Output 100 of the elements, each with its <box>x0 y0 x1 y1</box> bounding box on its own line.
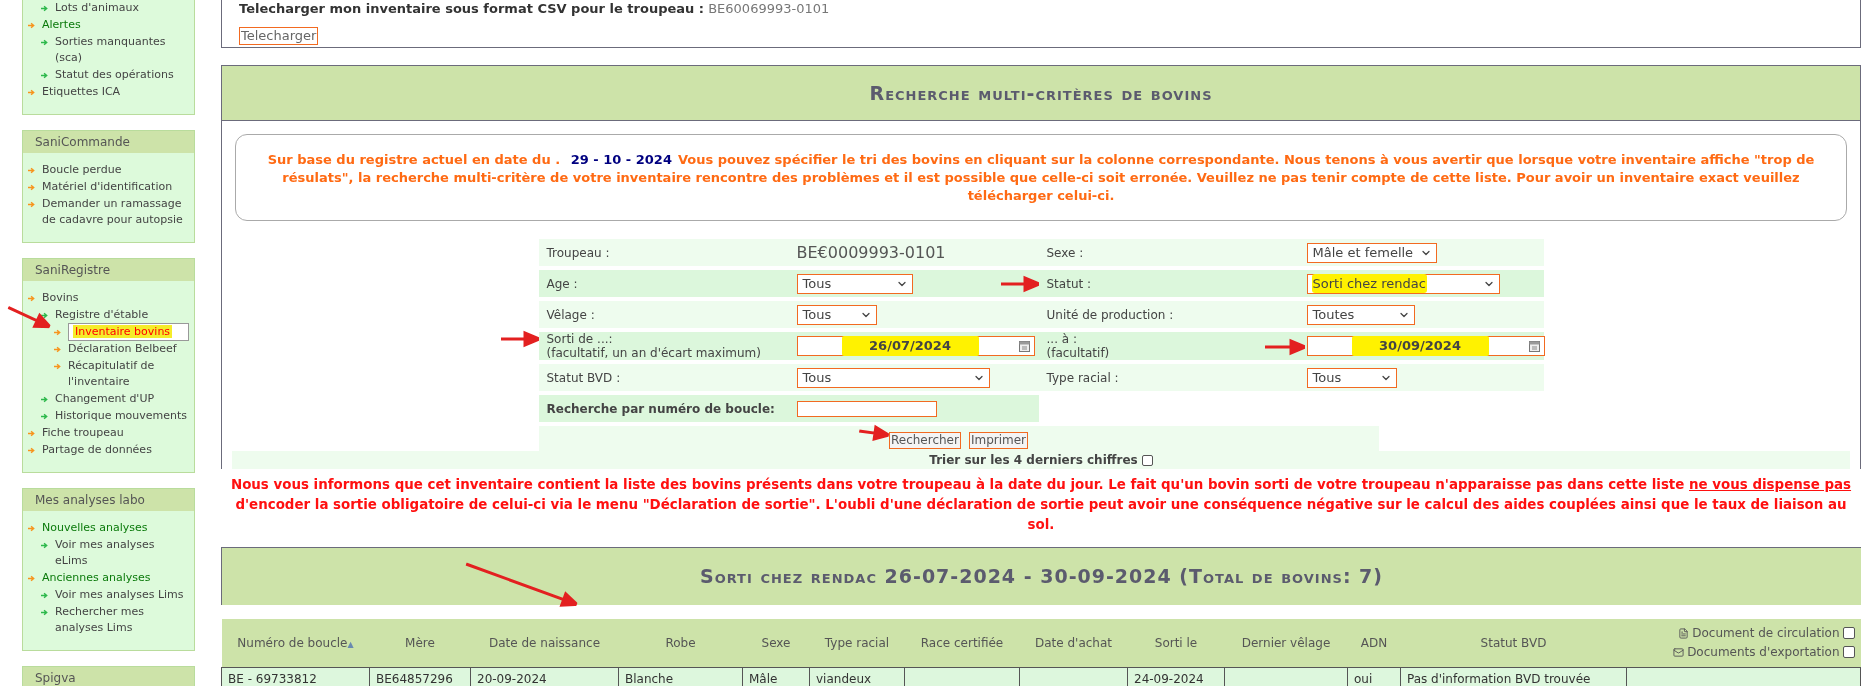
select-field[interactable]: Toutes <box>1306 304 1415 325</box>
bullet-arrow-icon <box>28 575 35 582</box>
select-field[interactable]: Sorti chez rendac <box>1306 273 1500 294</box>
export-label: Telecharger mon inventaire sous format CSV pour le troupeau : <box>239 1 705 16</box>
sidebar-item[interactable]: Fiche troupeau <box>42 425 124 441</box>
sidebar-item[interactable]: Boucle perdue <box>42 162 122 178</box>
column-header[interactable]: Race certifiée <box>904 619 1020 667</box>
sidebar-item[interactable]: Alertes <box>42 17 81 33</box>
field-label: Statut : <box>1046 276 1092 291</box>
column-header[interactable]: Type racial <box>809 619 905 667</box>
sidebar-item[interactable]: Voir mes analyses Lims <box>55 587 184 603</box>
table-cell: viandeux <box>809 667 905 686</box>
bullet-arrow-icon <box>41 39 48 46</box>
document-option-label: Document de circulation <box>1692 625 1840 643</box>
notice-text: Sur base du registre actuel en date du . 29 - 10 - 2024 Vous pouvez spécifier le tri des bovins en cliquant sur la colonne correspondante. Nous tenons à vous avertir que lorsque votre inventaire affiche "trop de résulats", la recherche multi-critère de votre inventaire rencontre des problèmes et il est possible que celle-ci soit erronée. Veuillez ne pas tenir compte de cette liste. Pour avoir un inventaire exact veuillez télécharger celui-ci. <box>266 150 1816 205</box>
sidebar-item[interactable]: Récapitulatif de l'inventaire <box>68 358 189 390</box>
field-label: Sorti de ...: (facultatif, un an d'écart maximum) <box>546 332 761 360</box>
field-label: ... à : (facultatif) <box>1046 332 1110 360</box>
checkbox-label: Trier sur les 4 derniers chiffres <box>929 452 1138 469</box>
table-cell: Pas d'information BVD trouvée <box>1400 667 1627 686</box>
bullet-arrow-icon <box>28 201 35 208</box>
sidebar-item[interactable]: Historique mouvements <box>55 408 188 424</box>
field-label: Recherche par numéro de boucle: <box>546 401 775 416</box>
column-header[interactable]: Mère <box>369 619 471 667</box>
bullet-arrow-icon <box>41 312 48 319</box>
column-header[interactable]: Sexe <box>742 619 810 667</box>
bullet-arrow-icon <box>41 5 48 12</box>
bullet-arrow-icon <box>41 592 48 599</box>
sidebar-item[interactable]: Rechercher mes analyses Lims <box>55 604 189 636</box>
sidebar-item[interactable]: Demander un ramassage de cadavre pour autopsie <box>42 196 189 228</box>
sidebar-item[interactable]: Etiquettes ICA <box>42 84 121 100</box>
table-cell: 20-09-2024 <box>470 667 619 686</box>
mail-icon <box>1673 646 1685 658</box>
herd-number: BE60069993-0101 <box>708 1 830 16</box>
sidebar-item[interactable]: Changement d'UP <box>55 391 155 407</box>
bullet-arrow-icon <box>54 363 61 370</box>
sidebar-item[interactable]: Déclaration Belbeef <box>68 341 177 357</box>
document-icon <box>1678 627 1690 639</box>
bullet-arrow-icon <box>28 22 35 29</box>
column-header[interactable]: Dernier vêlage <box>1224 619 1348 667</box>
table-cell: oui <box>1347 667 1401 686</box>
column-header[interactable]: Date de naissance <box>470 619 619 667</box>
table-cell: Mâle <box>742 667 810 686</box>
sort-checkbox[interactable] <box>1141 454 1153 466</box>
download-button[interactable]: Telecharger <box>239 27 319 45</box>
field-label: Type racial : <box>1046 370 1119 385</box>
bullet-arrow-icon <box>28 295 35 302</box>
field-label: Troupeau : <box>546 245 610 260</box>
select-field[interactable]: Tous <box>796 367 990 388</box>
panel-title: Recherche multi-critères de bovins <box>869 80 1213 106</box>
sidebar-item[interactable]: Lots d'animaux <box>55 0 139 16</box>
tag-number-input[interactable] <box>796 400 937 417</box>
table-cell: BE - 69733812 <box>221 667 370 686</box>
document-checkbox[interactable] <box>1842 646 1855 659</box>
bullet-arrow-icon <box>28 184 35 191</box>
bullet-arrow-icon <box>54 329 61 336</box>
column-header[interactable]: Numéro de boucle▲ <box>221 619 370 667</box>
select-field[interactable]: Mâle et femelle <box>1306 242 1437 263</box>
column-header[interactable]: Robe <box>618 619 743 667</box>
bullet-arrow-icon <box>41 72 48 79</box>
action-button[interactable]: Rechercher <box>888 431 961 449</box>
select-field[interactable]: Tous <box>1306 367 1397 388</box>
bullet-arrow-icon <box>41 542 48 549</box>
bullet-arrow-icon <box>41 609 48 616</box>
results-title: Sorti chez rendac 26-07-2024 - 30-09-2024 (Total de bovins: 7) <box>699 564 1384 590</box>
bullet-arrow-icon <box>54 346 61 353</box>
warning-text: Nous vous informons que cet inventaire contient la liste des bovins présents dans votre troupeau à la date du jour. Le fait qu'un bovin sorti de votre troupeau n'apparaisse pas dans cette liste ne vous dispense pas d'encoder la sortie obligatoire de celui-ci via le menu "Déclaration de sortie". L'oubli d'une déclaration de sortie peut avoir une conséquence négative sur le calcul des aides couplées ainsi que le taux de liaison au sol. <box>229 476 1853 534</box>
select-field[interactable]: Tous <box>796 273 913 294</box>
calendar-icon <box>1528 340 1540 352</box>
panel-title: SaniRegistre <box>23 259 194 281</box>
field-label: Unité de production : <box>1046 307 1174 322</box>
panel-title: Spigva <box>23 667 194 686</box>
sidebar-item[interactable]: Matériel d'identification <box>42 179 173 195</box>
table-cell: 24-09-2024 <box>1127 667 1225 686</box>
sidebar-item[interactable]: Anciennes analyses <box>42 570 151 586</box>
table-cell: Blanche <box>618 667 743 686</box>
column-header[interactable]: Date d'achat <box>1019 619 1128 667</box>
sidebar-item[interactable]: Partage de données <box>42 442 152 458</box>
column-header[interactable]: Statut BVD <box>1400 619 1627 667</box>
panel-title: SaniCommande <box>23 131 194 153</box>
sidebar-item[interactable]: Sorties manquantes (sca) <box>55 34 189 66</box>
sidebar-item[interactable]: Voir mes analyses eLims <box>55 537 189 569</box>
sidebar-item[interactable]: Statut des opérations <box>55 67 174 83</box>
bullet-arrow-icon <box>28 167 35 174</box>
action-button[interactable]: Imprimer <box>968 431 1029 449</box>
bullet-arrow-icon <box>41 396 48 403</box>
date-field[interactable]: 30/09/2024 <box>1306 336 1545 356</box>
sidebar-item[interactable]: Registre d'étable <box>55 307 149 323</box>
herd-number: BE€0009993-0101 <box>796 241 946 264</box>
select-field[interactable]: Tous <box>796 304 877 325</box>
date-field[interactable]: 26/07/2024 <box>796 336 1035 356</box>
document-checkbox[interactable] <box>1842 627 1855 640</box>
sidebar-item[interactable]: Nouvelles analyses <box>42 520 148 536</box>
table-cell: BE64857296 <box>369 667 471 686</box>
field-label: Statut BVD : <box>546 370 621 385</box>
sidebar-item[interactable]: Bovins <box>42 290 79 306</box>
column-header[interactable]: ADN <box>1347 619 1401 667</box>
column-header[interactable]: Sorti le <box>1127 619 1225 667</box>
bullet-arrow-icon <box>28 430 35 437</box>
calendar-icon <box>1018 340 1030 352</box>
